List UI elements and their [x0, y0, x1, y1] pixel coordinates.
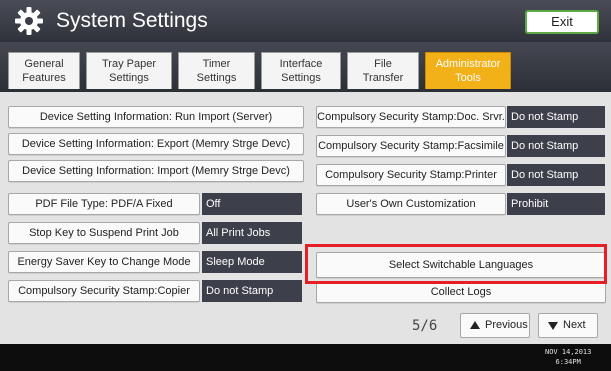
page-indicator: 5/6: [412, 318, 438, 334]
stop-key-suspend-button[interactable]: Stop Key to Suspend Print Job: [8, 222, 200, 244]
run-import-server-button[interactable]: Device Setting Information: Run Import (…: [8, 106, 304, 128]
collect-logs-button[interactable]: Collect Logs: [316, 281, 606, 303]
highlight-box: [305, 244, 607, 284]
export-memory-storage-button[interactable]: Device Setting Information: Export (Memr…: [8, 133, 304, 155]
time-text: 6:34PM: [555, 358, 581, 366]
next-label: Next: [563, 319, 586, 331]
security-stamp-facsimile-value: Do not Stamp: [507, 135, 605, 157]
previous-button[interactable]: Previous: [460, 313, 530, 338]
energy-saver-key-button[interactable]: Energy Saver Key to Change Mode: [8, 251, 200, 273]
gear-icon: [15, 7, 43, 35]
tab-label: Administrator Tools: [435, 58, 501, 84]
tab-timer-settings[interactable]: Timer Settings: [178, 52, 255, 89]
stop-key-suspend-value: All Print Jobs: [202, 222, 302, 244]
tab-interface-settings[interactable]: Interface Settings: [261, 52, 341, 89]
security-stamp-copier-button[interactable]: Compulsory Security Stamp:Copier: [8, 280, 200, 302]
system-settings-screen: System Settings Exit General Features Tr…: [0, 0, 611, 371]
security-stamp-printer-button[interactable]: Compulsory Security Stamp:Printer: [316, 164, 506, 186]
previous-label: Previous: [485, 319, 528, 331]
users-own-customization-value: Prohibit: [507, 193, 605, 215]
tab-bar: General Features Tray Paper Settings Tim…: [0, 42, 611, 92]
tab-label: Interface Settings: [279, 58, 323, 84]
security-stamp-facsimile-button[interactable]: Compulsory Security Stamp:Facsimile: [316, 135, 506, 157]
exit-button[interactable]: Exit: [525, 10, 599, 34]
pdf-file-type-value: Off: [202, 193, 302, 215]
status-bar: [0, 344, 611, 371]
title-bar: System Settings Exit: [0, 0, 611, 42]
next-button[interactable]: Next: [538, 313, 598, 338]
pdf-file-type-button[interactable]: PDF File Type: PDF/A Fixed: [8, 193, 200, 215]
import-memory-storage-button[interactable]: Device Setting Information: Import (Memr…: [8, 160, 304, 182]
security-stamp-doc-server-value: Do not Stamp: [507, 106, 605, 128]
tab-label: Tray Paper Settings: [101, 58, 156, 84]
tab-administrator-tools[interactable]: Administrator Tools: [425, 52, 511, 89]
triangle-down-icon: [548, 322, 558, 330]
security-stamp-copier-value: Do not Stamp: [202, 280, 302, 302]
tab-general-features[interactable]: General Features: [8, 52, 80, 89]
settings-content: [0, 92, 611, 344]
page-title: System Settings: [56, 9, 208, 32]
security-stamp-printer-value: Do not Stamp: [507, 164, 605, 186]
date-text: NOV 14,2013: [545, 348, 592, 356]
energy-saver-key-value: Sleep Mode: [202, 251, 302, 273]
triangle-up-icon: [470, 321, 480, 329]
tab-tray-paper-settings[interactable]: Tray Paper Settings: [86, 52, 172, 89]
users-own-customization-button[interactable]: User's Own Customization: [316, 193, 506, 215]
tab-label: File Transfer: [362, 58, 404, 84]
tab-label: Timer Settings: [196, 58, 237, 84]
tab-file-transfer[interactable]: File Transfer: [347, 52, 419, 89]
security-stamp-doc-server-button[interactable]: Compulsory Security Stamp:Doc. Srvr.: [316, 106, 506, 128]
date-time: NOV 14,2013 6:34PM: [545, 347, 591, 367]
tab-label: General Features: [22, 58, 66, 84]
